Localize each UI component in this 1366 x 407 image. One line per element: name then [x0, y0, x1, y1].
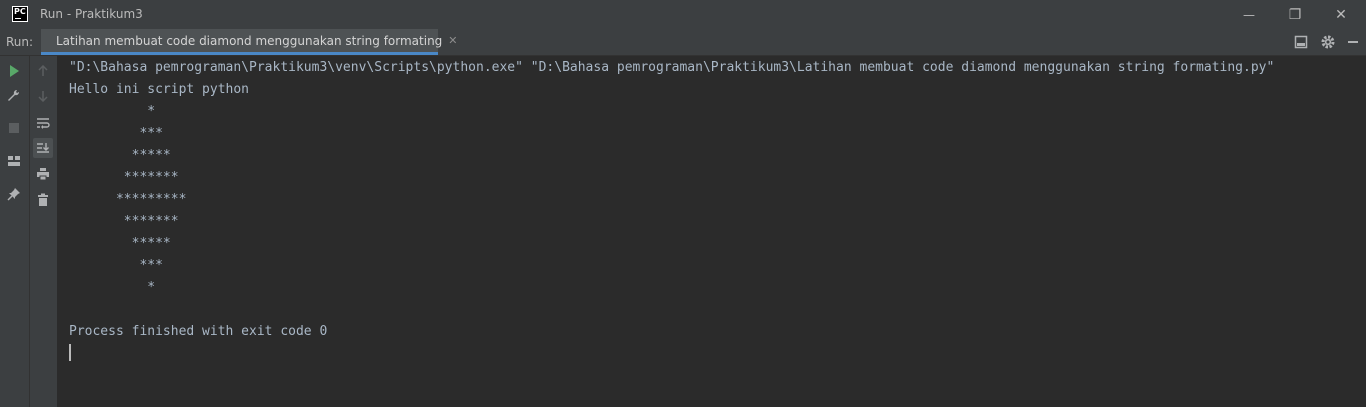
logo-text: PC [14, 7, 26, 16]
text-cursor [69, 344, 71, 361]
console-command-line: "D:\Bahasa pemrograman\Praktikum3\venv\S… [69, 60, 1275, 75]
close-tab-icon[interactable]: ✕ [448, 34, 457, 47]
run-tab-bar: Run: Latihan membuat code diamond menggu… [0, 29, 1366, 56]
console-line: ******* [69, 214, 179, 229]
run-tab[interactable]: Latihan membuat code diamond menggunakan… [41, 29, 458, 55]
print-icon [37, 168, 49, 181]
console-line: ***** [69, 236, 171, 251]
soft-wrap-button[interactable] [33, 113, 53, 133]
console-line: * [69, 280, 156, 295]
window-title: Run - Praktikum3 [40, 7, 143, 21]
console-line: *** [69, 258, 163, 273]
trash-icon [38, 193, 48, 206]
stop-button[interactable] [4, 118, 24, 138]
pin-icon [7, 188, 20, 201]
minimize-icon: — [1243, 7, 1255, 22]
minimize-button[interactable]: — [1226, 0, 1272, 29]
next-occurrence-button[interactable] [33, 86, 53, 106]
console-line: ***** [69, 148, 171, 163]
modify-run-config-button[interactable] [4, 86, 24, 106]
clear-all-button[interactable] [33, 190, 53, 210]
print-button[interactable] [33, 164, 53, 184]
console-line: Hello ini script python [69, 82, 250, 97]
pin-tab-button[interactable] [4, 184, 24, 204]
console-toolbar [30, 56, 57, 407]
scroll-to-end-icon [37, 143, 49, 153]
minimize-panel-icon [1348, 41, 1358, 43]
soft-wrap-icon [37, 118, 50, 129]
console-exit-line: Process finished with exit code 0 [69, 324, 328, 339]
run-toolbar [0, 56, 30, 407]
restore-button[interactable]: ❐ [1272, 0, 1318, 29]
previous-occurrence-button[interactable] [33, 61, 53, 81]
close-window-button[interactable]: ✕ [1318, 0, 1364, 29]
run-label: Run: [6, 35, 34, 49]
console-line: ******* [69, 170, 179, 185]
arrow-up-icon [38, 65, 48, 76]
minimize-panel-button[interactable] [1344, 33, 1362, 51]
console-line: ********* [69, 192, 187, 207]
close-icon: ✕ [1335, 6, 1347, 23]
console-output[interactable]: "D:\Bahasa pemrograman\Praktikum3\venv\S… [58, 56, 1358, 407]
run-tab-label: Latihan membuat code diamond menggunakan… [56, 33, 443, 48]
scroll-to-end-button[interactable] [33, 138, 53, 158]
hide-panel-icon [1294, 35, 1308, 49]
rerun-button[interactable] [4, 61, 24, 81]
console-scrollbar[interactable] [1358, 56, 1366, 407]
stop-icon [9, 123, 19, 133]
settings-button[interactable] [1319, 33, 1337, 51]
play-icon [10, 65, 19, 77]
hide-panel-button[interactable] [1292, 33, 1310, 51]
arrow-down-icon [38, 91, 48, 102]
layout-button[interactable] [4, 151, 24, 171]
layout-icon [8, 156, 20, 166]
gear-icon [1321, 35, 1335, 49]
title-bar: PC Run - Praktikum3 — ❐ ✕ [0, 0, 1366, 29]
console-line: *** [69, 126, 163, 141]
wrench-icon [8, 89, 20, 101]
pycharm-logo-icon: PC [12, 6, 28, 22]
restore-icon: ❐ [1288, 6, 1302, 23]
console-line: * [69, 104, 156, 119]
